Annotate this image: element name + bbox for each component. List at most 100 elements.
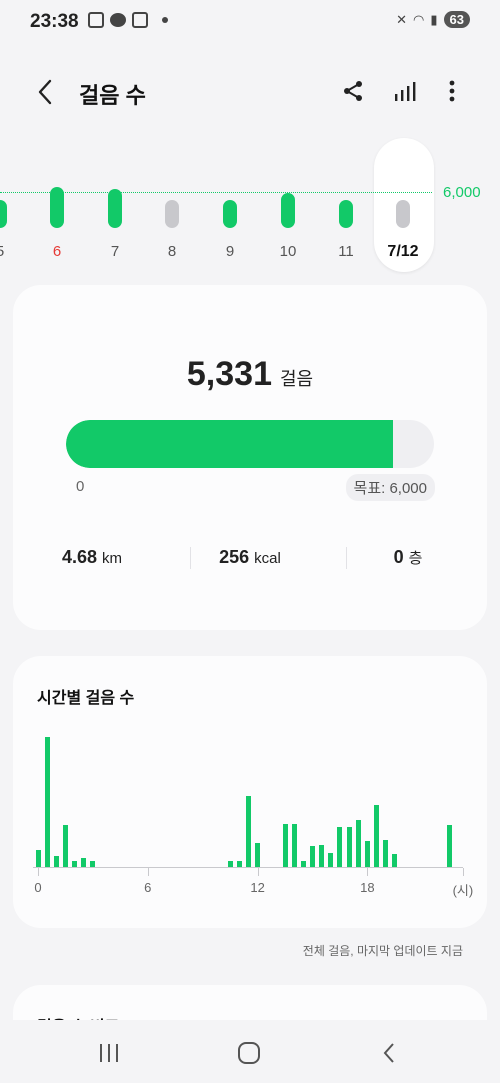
- hour-bar: [245, 796, 251, 867]
- hour-bar: [255, 842, 261, 867]
- navigation-bar: [0, 1020, 500, 1083]
- hour-bar: [447, 824, 453, 867]
- day-label[interactable]: 11: [326, 243, 366, 260]
- calories-metric: 256 kcal: [171, 547, 329, 568]
- shortcut-icon: [132, 12, 148, 28]
- status-bar: 23:38 ✕ ◠ ▮ 63: [0, 0, 500, 44]
- hourly-steps-card[interactable]: 시간별 걸음 수 0 6 12 18 (시): [13, 656, 487, 928]
- day-bar[interactable]: [165, 200, 179, 228]
- hourly-steps-chart: 0 6 12 18 (시): [13, 656, 487, 928]
- hour-bar: [392, 853, 398, 867]
- floors-unit: 층: [408, 550, 423, 567]
- hour-bar: [282, 823, 288, 867]
- day-label[interactable]: 8: [152, 243, 192, 260]
- distance-unit: km: [102, 550, 123, 567]
- home-icon: [238, 1042, 260, 1064]
- notification-icons: [88, 12, 168, 28]
- step-total: 5,331 걸음: [13, 355, 487, 394]
- day-label[interactable]: 9: [210, 243, 250, 260]
- hour-bar: [72, 860, 78, 867]
- back-nav-button[interactable]: [374, 1038, 404, 1068]
- wifi-icon: ◠: [413, 11, 425, 27]
- battery-indicator: 63: [443, 11, 470, 28]
- day-bar[interactable]: [281, 193, 295, 228]
- metric-divider: [346, 547, 347, 569]
- hourly-baseline: [33, 867, 463, 868]
- share-button[interactable]: [338, 76, 368, 106]
- hour-bar: [236, 860, 242, 867]
- talk-icon: [110, 13, 126, 27]
- hour-bar: [374, 804, 380, 867]
- goal-line-label: 6,000: [443, 184, 481, 201]
- hour-tick: [257, 868, 259, 876]
- hour-bar: [90, 860, 96, 867]
- system-icons: ✕ ◠ ▮ 63: [396, 11, 470, 28]
- more-notifications-icon: [162, 17, 168, 23]
- hour-bar: [319, 844, 325, 867]
- trends-button[interactable]: [390, 76, 420, 106]
- back-icon: [383, 1043, 394, 1063]
- day-bar[interactable]: [223, 200, 237, 228]
- day-bar[interactable]: [108, 189, 122, 228]
- metric-divider: [190, 547, 191, 569]
- screenshot-icon: [88, 12, 104, 28]
- page-title: 걸음 수: [79, 83, 146, 108]
- calories-value: 256: [219, 547, 250, 567]
- day-label[interactable]: 6: [37, 243, 77, 260]
- day-label[interactable]: 7: [95, 243, 135, 260]
- hour-bar: [355, 819, 361, 867]
- back-button[interactable]: [34, 78, 58, 106]
- day-bar[interactable]: [339, 200, 353, 228]
- hour-tick: [462, 868, 464, 876]
- progress-min-label: 0: [76, 478, 85, 495]
- hour-bar: [44, 737, 50, 867]
- distance-value: 4.68: [61, 547, 98, 567]
- hour-bar: [291, 823, 297, 867]
- hour-bar: [300, 860, 306, 867]
- step-unit: 걸음: [279, 369, 314, 389]
- hour-bar: [62, 824, 68, 867]
- day-bar[interactable]: [396, 200, 410, 228]
- hour-bar: [337, 826, 343, 867]
- hour-tick: [38, 868, 39, 876]
- floors-metric: 0층: [329, 547, 487, 568]
- recent-apps-button[interactable]: [94, 1038, 124, 1068]
- hour-tick-label: 0: [34, 880, 42, 895]
- day-bar[interactable]: [50, 186, 64, 228]
- hour-bar: [35, 849, 41, 867]
- app-bar: 걸음 수: [0, 62, 500, 122]
- share-icon: [344, 81, 362, 101]
- update-footnote: 전체 걸음, 마지막 업데이트 지금: [302, 944, 463, 958]
- step-count: 5,331: [186, 355, 272, 393]
- hour-bar: [328, 852, 334, 867]
- recent-apps-icon: [100, 1044, 118, 1062]
- calories-unit: kcal: [254, 550, 281, 567]
- hour-bar: [310, 845, 315, 867]
- more-vertical-icon: [449, 80, 455, 102]
- more-options-button[interactable]: [437, 76, 467, 106]
- day-bar[interactable]: [0, 200, 7, 228]
- hour-tick-label: (시): [452, 883, 474, 898]
- goal-line: [0, 192, 432, 193]
- hour-bar: [53, 855, 59, 867]
- hour-bar: [364, 840, 370, 867]
- goal-progress-fill: [66, 420, 393, 468]
- goal-badge[interactable]: 목표: 6,000: [345, 474, 435, 501]
- hour-tick-label: 12: [250, 880, 265, 895]
- hour-bar: [81, 857, 87, 867]
- hour-tick-label: 18: [360, 880, 375, 895]
- signal-icon: ▮: [430, 11, 438, 27]
- day-label[interactable]: 5: [0, 243, 20, 260]
- floors-value: 0: [393, 547, 404, 567]
- home-button[interactable]: [234, 1038, 264, 1068]
- hour-tick: [147, 868, 149, 876]
- daily-summary-card: 5,331 걸음 0 목표: 6,000 4.68 km 256 kcal 0층: [13, 285, 487, 630]
- goal-progress-bar: [66, 420, 434, 468]
- distance-metric: 4.68 km: [13, 547, 171, 568]
- weekly-steps-chart: 6,000 56 78 9 10 11 7/12: [0, 130, 500, 280]
- hour-bar: [346, 826, 352, 867]
- status-time: 23:38: [30, 11, 79, 32]
- day-label[interactable]: 7/12: [383, 243, 423, 261]
- hour-tick: [367, 868, 369, 876]
- day-label[interactable]: 10: [268, 243, 308, 260]
